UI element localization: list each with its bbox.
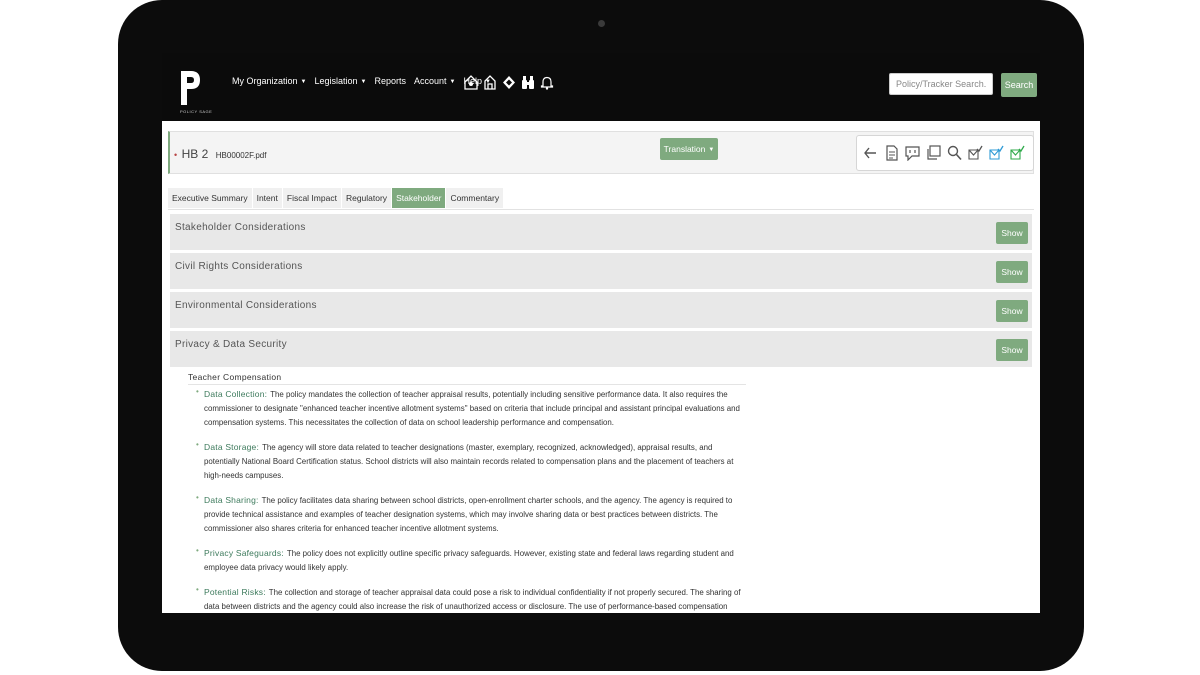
item-text: The policy facilitates data sharing betw… bbox=[204, 496, 733, 533]
copy-icon[interactable] bbox=[926, 145, 941, 161]
translation-dropdown-button[interactable]: Translation ▼ bbox=[660, 138, 718, 160]
nav-legislation[interactable]: Legislation ▼ bbox=[314, 76, 366, 86]
search-button[interactable]: Search bbox=[1001, 73, 1037, 97]
translation-label: Translation bbox=[663, 144, 706, 154]
building-icon[interactable] bbox=[483, 75, 497, 90]
caret-down-icon: ▼ bbox=[360, 79, 367, 85]
tab-stakeholder[interactable]: Stakeholder bbox=[392, 188, 446, 208]
bill-file-link[interactable]: HB00002F.pdf bbox=[216, 151, 267, 160]
bullet-icon: • bbox=[196, 546, 199, 555]
back-arrow-icon[interactable] bbox=[863, 145, 878, 161]
search-icon[interactable] bbox=[947, 145, 962, 161]
bill-number: HB 2 bbox=[181, 147, 209, 161]
tab-intent[interactable]: Intent bbox=[252, 188, 282, 208]
policy-sage-logo-icon[interactable] bbox=[178, 69, 202, 107]
item-text: The policy mandates the collection of te… bbox=[204, 390, 740, 427]
list-item: • Privacy Safeguards: The policy does not… bbox=[196, 546, 746, 575]
list-item: • Data Storage: The agency will store dat… bbox=[196, 440, 746, 483]
topic-title: Teacher Compensation bbox=[188, 372, 282, 382]
nav-my-organization[interactable]: My Organization ▼ bbox=[232, 76, 306, 86]
section-title: Privacy & Data Security bbox=[175, 339, 287, 350]
section-environmental-considerations: Environmental Considerations Show bbox=[170, 292, 1032, 328]
tablet-camera bbox=[598, 20, 605, 27]
item-text: The agency will store data related to te… bbox=[204, 443, 734, 480]
item-label: Privacy Safeguards: bbox=[204, 548, 284, 558]
section-title: Stakeholder Considerations bbox=[175, 222, 306, 233]
section-stakeholder-considerations: Stakeholder Considerations Show bbox=[170, 214, 1032, 250]
nav-label: My Organization bbox=[232, 76, 298, 86]
logo-text: POLICY SAGE bbox=[180, 109, 213, 114]
bell-icon[interactable] bbox=[540, 75, 554, 90]
show-button[interactable]: Show bbox=[996, 300, 1028, 322]
bill-toolbar bbox=[856, 135, 1034, 171]
analysis-tabs: Executive Summary Intent Fiscal Impact R… bbox=[168, 188, 504, 208]
item-text: The collection and storage of teacher ap… bbox=[204, 588, 741, 611]
section-title: Environmental Considerations bbox=[175, 300, 317, 311]
nav-label: Legislation bbox=[314, 76, 358, 86]
section-privacy-data-security: Privacy & Data Security Show bbox=[170, 331, 1032, 367]
policy-tracker-search-input[interactable] bbox=[889, 73, 993, 95]
main-nav: My Organization ▼ Legislation ▼ Reports Ac… bbox=[232, 76, 499, 86]
section-civil-rights-considerations: Civil Rights Considerations Show bbox=[170, 253, 1032, 289]
status-dot-icon: • bbox=[174, 150, 178, 160]
nav-account[interactable]: Account ▼ bbox=[414, 76, 455, 86]
item-label: Potential Risks: bbox=[204, 587, 266, 597]
bullet-icon: • bbox=[196, 493, 199, 502]
list-item: • Data Sharing: The policy facilitates da… bbox=[196, 493, 746, 536]
top-navigation-bar: POLICY SAGE My Organization ▼ Legislation… bbox=[162, 53, 1040, 121]
binoculars-icon[interactable] bbox=[521, 75, 535, 90]
comment-icon[interactable] bbox=[905, 145, 920, 161]
caret-down-icon: ▼ bbox=[449, 79, 456, 85]
tab-commentary[interactable]: Commentary bbox=[446, 188, 504, 208]
bullet-icon: • bbox=[196, 585, 199, 594]
bill-header: • HB 2 HB00002F.pdf Translation ▼ bbox=[168, 131, 1034, 174]
app-screen: POLICY SAGE My Organization ▼ Legislation… bbox=[162, 53, 1040, 613]
caret-down-icon: ▼ bbox=[708, 147, 715, 153]
bill-title: • HB 2 HB00002F.pdf bbox=[174, 145, 266, 163]
bullet-icon: • bbox=[196, 440, 199, 449]
show-button[interactable]: Show bbox=[996, 339, 1028, 361]
nav-label: Reports bbox=[374, 76, 406, 86]
section-title: Civil Rights Considerations bbox=[175, 261, 303, 272]
item-label: Data Collection: bbox=[204, 389, 268, 399]
item-label: Data Sharing: bbox=[204, 495, 259, 505]
list-item: • Potential Risks: The collection and sto… bbox=[196, 585, 746, 613]
diamond-grid-icon[interactable] bbox=[502, 75, 516, 90]
tab-fiscal-impact[interactable]: Fiscal Impact bbox=[282, 188, 341, 208]
nav-reports[interactable]: Reports bbox=[374, 76, 406, 86]
bullet-icon: • bbox=[196, 387, 199, 396]
list-item: • Data Collection: The policy mandates th… bbox=[196, 387, 746, 430]
tab-divider bbox=[168, 209, 1034, 210]
mail-check-green-icon[interactable] bbox=[1010, 145, 1025, 161]
nav-label: Account bbox=[413, 76, 447, 86]
item-label: Data Storage: bbox=[204, 442, 260, 452]
mail-check-blue-icon[interactable] bbox=[989, 145, 1004, 161]
document-icon[interactable] bbox=[884, 145, 899, 161]
nav-icon-group bbox=[464, 75, 559, 90]
show-button[interactable]: Show bbox=[996, 222, 1028, 244]
tab-executive-summary[interactable]: Executive Summary bbox=[168, 188, 252, 208]
tab-regulatory[interactable]: Regulatory bbox=[341, 188, 392, 208]
show-button[interactable]: Show bbox=[996, 261, 1028, 283]
caret-down-icon: ▼ bbox=[300, 79, 307, 85]
house-icon[interactable] bbox=[464, 75, 478, 90]
privacy-item-list: • Data Collection: The policy mandates th… bbox=[196, 387, 746, 613]
mail-check-icon[interactable] bbox=[968, 145, 983, 161]
topic-divider bbox=[188, 384, 746, 385]
